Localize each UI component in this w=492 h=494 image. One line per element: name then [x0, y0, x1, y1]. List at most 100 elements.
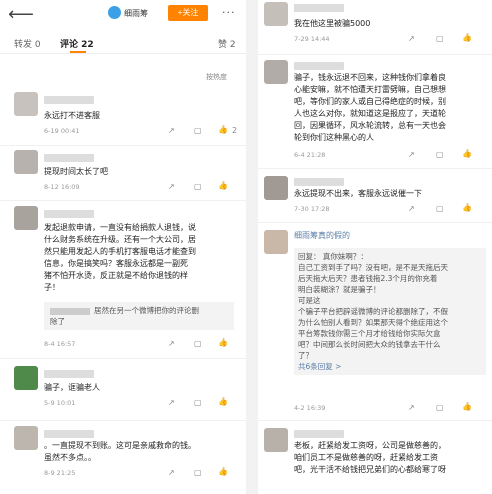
reply-icon[interactable]: ▢ [194, 398, 202, 407]
like-icon[interactable]: 👍 [218, 397, 228, 406]
like-icon[interactable]: 👍 [218, 467, 228, 476]
share-icon[interactable]: ↗ [408, 204, 415, 213]
like-icon[interactable]: 👍 [462, 33, 472, 42]
reply-text-line: 回复： 真你妹啊？： [298, 252, 368, 261]
comment-text-line: 然只能用发起人的手机打客服电话才能查到 [44, 247, 196, 256]
share-icon[interactable]: ↗ [168, 398, 175, 407]
reply-icon[interactable]: ▢ [436, 34, 444, 43]
reply-thread[interactable]: 回复： 真你妹啊？： 自己工资到手了吗？没有吧，是不是天拖后天 后天拖大后天？患… [294, 248, 486, 375]
comment-text-line: 虽然不多点。。 [44, 453, 96, 462]
divider [258, 168, 492, 169]
avatar[interactable] [264, 428, 288, 452]
comment-time: 6-19 00:41 [44, 127, 80, 135]
comment-item: 骗子，诓骗老人 5-9 10:01 ↗ ▢ 👍 [0, 366, 246, 416]
comment-text: 提现时间太长了吧 [44, 167, 108, 176]
share-icon[interactable]: ↗ [168, 339, 175, 348]
more-replies-link[interactable]: 共6条回复 > [298, 361, 482, 372]
reply-text-line: 后天拖大后天？患者钱拖2.3个月的你充着 [298, 274, 438, 283]
commenter-name[interactable] [44, 210, 94, 218]
reply-icon[interactable]: ▢ [194, 126, 202, 135]
share-icon[interactable]: ↗ [168, 468, 175, 477]
more-icon[interactable]: ··· [222, 6, 236, 19]
reply-icon[interactable]: ▢ [436, 403, 444, 412]
commenter-name[interactable] [294, 430, 344, 438]
like-icon[interactable]: 👍 [462, 203, 472, 212]
like-icon[interactable]: 👍 [462, 149, 472, 158]
comment-text-line: 吧，光干活不给钱把兄弟们的心都给寒了呀 [294, 465, 446, 474]
reply-text-line: 居然在另一个微博把你的评论删 [94, 306, 199, 315]
reply-user-blur [50, 307, 90, 315]
commenter-name[interactable] [44, 96, 94, 104]
comment-time: 8-4 16:57 [44, 340, 76, 348]
divider [0, 420, 246, 421]
share-icon[interactable]: ↗ [408, 403, 415, 412]
like-icon[interactable]: 👍 [218, 181, 228, 190]
avatar[interactable] [14, 426, 38, 450]
comment-text-line: 什么财务系统在升级。还有一个大公司，居 [44, 235, 196, 244]
divider [258, 222, 492, 223]
weibo-screen-right: 我在他这里被骗5000 7-29 14:44 ↗ ▢ 👍 骗子，钱永远退不回来，… [258, 0, 492, 494]
share-icon[interactable]: ↗ [168, 126, 175, 135]
like-icon[interactable]: 👍 [218, 125, 228, 134]
comment-time: 6-4 21:28 [294, 151, 326, 159]
like-icon[interactable]: 👍 [462, 402, 472, 411]
avatar[interactable] [264, 60, 288, 84]
reply-text-line: 了？ [298, 351, 313, 360]
commenter-name[interactable] [294, 4, 344, 12]
reply-icon[interactable]: ▢ [194, 182, 202, 191]
comment-text: 永远打不进客服 [44, 111, 100, 120]
tab-repost[interactable]: 转发 0 [14, 37, 41, 50]
comment-item: 我在他这里被骗5000 7-29 14:44 ↗ ▢ 👍 [258, 0, 492, 52]
commenter-name[interactable] [44, 154, 94, 162]
divider [0, 145, 246, 146]
commenter-name[interactable]: 细雨筹真的假的 [294, 230, 350, 242]
comment-text-line: 回，因果循环，风水轮流转，总有一天也会 [294, 121, 446, 130]
commenter-name[interactable] [294, 178, 344, 186]
comment-time: 8-12 16:09 [44, 183, 80, 191]
avatar[interactable] [14, 92, 38, 116]
reply-icon[interactable]: ▢ [436, 150, 444, 159]
reply-icon[interactable]: ▢ [194, 339, 202, 348]
share-icon[interactable]: ↗ [408, 34, 415, 43]
comment-item: 老板，赶紧给发工资呀，公司是做慈善的， 咱们员工不是做慈善的呀，赶紧给发工资 吧… [258, 426, 492, 494]
reply-text-line: 平台筹款钱你需三个月才给钱给你实际欠盒 [298, 329, 441, 338]
reply-icon[interactable]: ▢ [194, 468, 202, 477]
comment-text-line: 吧，等你们的家人或自己得绝症的时候，别 [294, 97, 446, 106]
comment-text-line: 人也这么对你，就知道这是报应了，天道轮 [294, 109, 446, 118]
comment-text-line: 咱们员工不是做慈善的呀，赶紧给发工资 [294, 453, 438, 462]
reply-icon[interactable]: ▢ [436, 204, 444, 213]
reply-text-line: 个骗子平台把辟谣微博的评论都删除了，不假 [298, 307, 448, 316]
comment-time: 7-29 14:44 [294, 35, 330, 43]
comment-time: 8-9 21:25 [44, 469, 76, 477]
share-icon[interactable]: ↗ [408, 150, 415, 159]
comment-text: 骗子，诓骗老人 [44, 383, 100, 392]
follow-button[interactable]: +关注 [168, 5, 208, 21]
avatar[interactable] [264, 2, 288, 26]
commenter-name[interactable] [44, 370, 94, 378]
reply-text-line: 自己工资到手了吗？没有吧，是不是天拖后天 [298, 263, 448, 272]
comment-time: 4-2 16:39 [294, 404, 326, 412]
avatar[interactable] [264, 176, 288, 200]
reply-text-line: 吧？中间那么长时间把大众的钱拿去干什么 [298, 340, 441, 349]
account-name[interactable]: 细雨筹 [124, 8, 148, 19]
comment-item: 永远打不进客服 6-19 00:41 ↗ ▢ 👍 2 [0, 92, 246, 142]
comment-item: 永远提现不出来，客服永远说催一下 7-30 17:28 ↗ ▢ 👍 [258, 174, 492, 224]
tab-comments[interactable]: 评论 22 [60, 37, 94, 50]
back-arrow-icon[interactable]: ⟵ [8, 4, 34, 25]
tab-likes[interactable]: 赞 2 [218, 37, 236, 50]
commenter-name[interactable] [44, 430, 94, 438]
comment-item: 骗子，钱永远退不回来，这种钱你们拿着良 心能安嘛，就不怕遭天打雷劈嘛，自己想想 … [258, 58, 492, 168]
share-icon[interactable]: ↗ [168, 182, 175, 191]
divider [0, 200, 246, 201]
avatar[interactable] [14, 206, 38, 230]
like-icon[interactable]: 👍 [218, 338, 228, 347]
comment-text-line: 骗子，钱永远退不回来，这种钱你们拿着良 [294, 73, 446, 82]
sort-hot-button[interactable]: 按热度 [206, 72, 227, 82]
avatar[interactable] [14, 366, 38, 390]
commenter-name[interactable] [294, 62, 344, 70]
reply-box[interactable]: 居然在另一个微博把你的评论删 除了 [44, 302, 234, 330]
comment-text-line: 。一直提现不到账。这可是亲戚救命的钱。 [44, 441, 196, 450]
divider [0, 358, 246, 359]
avatar[interactable] [264, 230, 288, 254]
avatar[interactable] [14, 150, 38, 174]
